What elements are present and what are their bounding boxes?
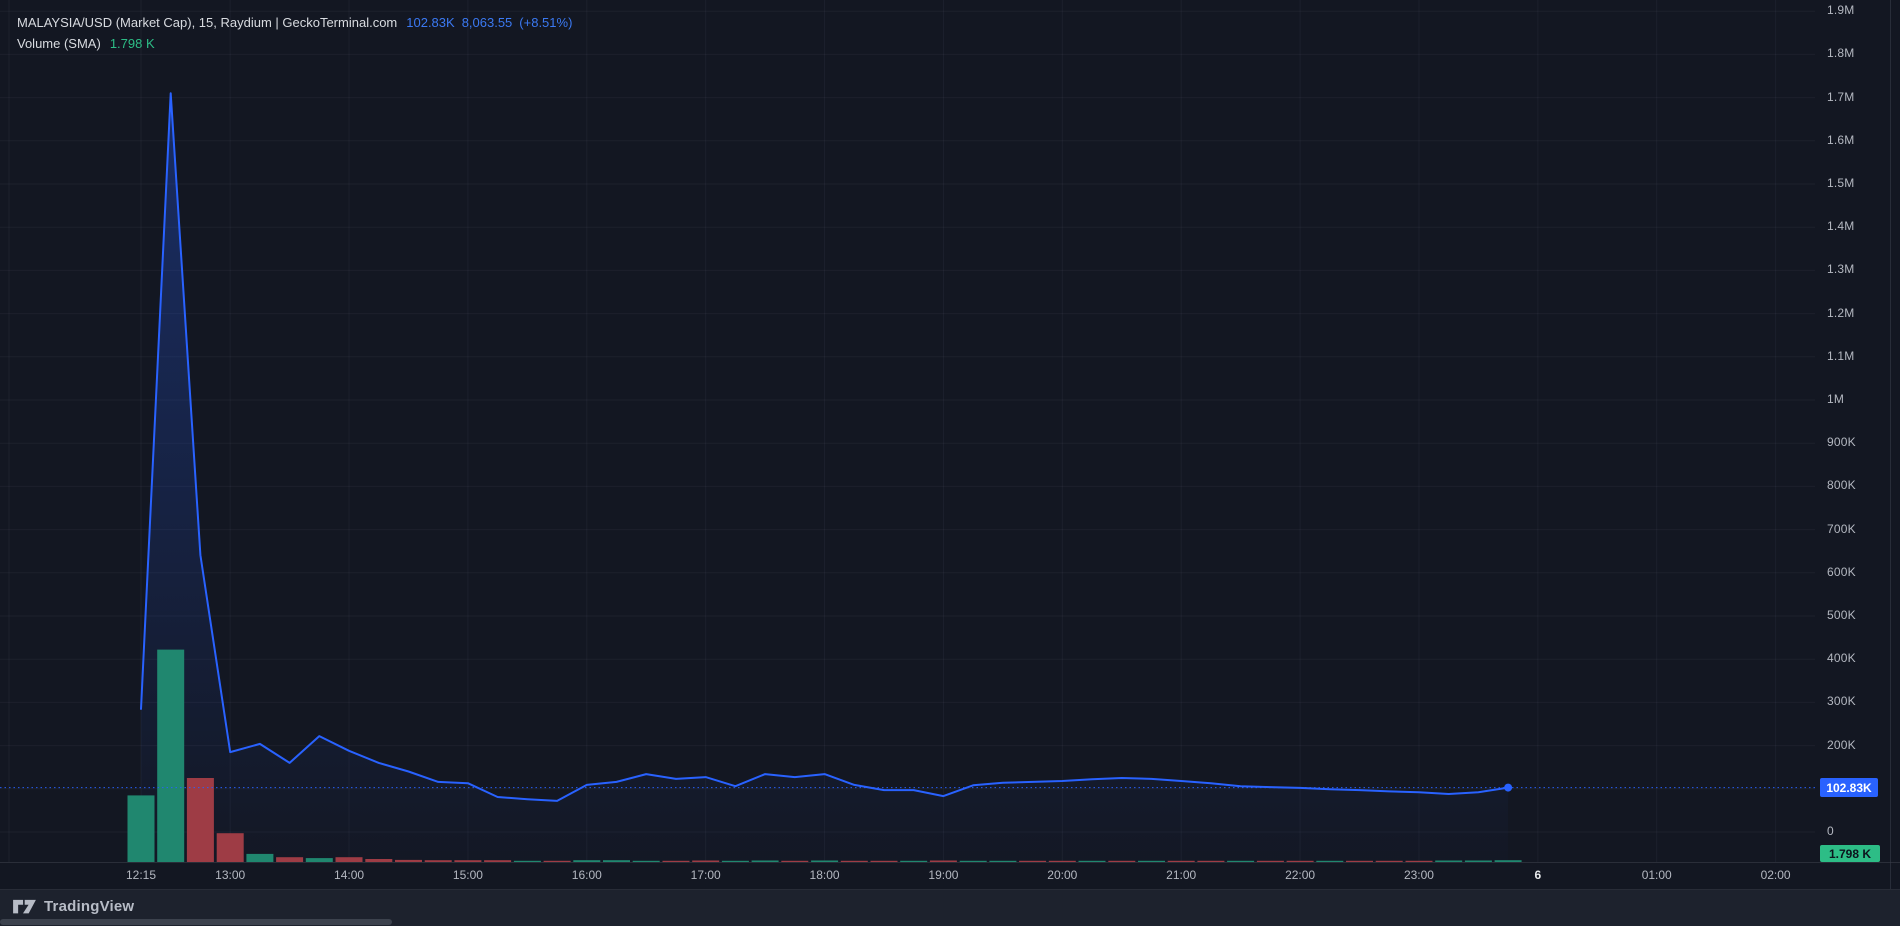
volume-bar <box>157 650 184 862</box>
price-axis-label: 1.3M <box>1827 262 1854 276</box>
price-change-pct: (+8.51%) <box>519 15 572 30</box>
time-axis-label: 02:00 <box>1753 868 1799 882</box>
price-axis-label: 700K <box>1827 522 1856 536</box>
price-axis-label: 1M <box>1827 392 1844 406</box>
price-axis-label: 200K <box>1827 738 1856 752</box>
vertical-gridlines <box>9 0 1776 862</box>
price-axis-label: 1.8M <box>1827 46 1854 60</box>
price-axis-label: 800K <box>1827 478 1856 492</box>
last-price-value: 102.83K <box>406 15 454 30</box>
time-axis-label: 17:00 <box>683 868 729 882</box>
price-axis-label: 1.1M <box>1827 349 1854 363</box>
time-axis-label: 15:00 <box>445 868 491 882</box>
time-axis-label: 01:00 <box>1634 868 1680 882</box>
horizontal-gridlines <box>0 11 1815 832</box>
price-axis-label: 1.6M <box>1827 133 1854 147</box>
time-axis[interactable]: 12:15 13:00 14:00 15:00 16:00 17:00 18:00 19:00… <box>0 863 1900 889</box>
price-axis[interactable]: 1.9M 1.8M 1.7M 1.6M 1.5M 1.4M 1.3M 1.2M 1.1M 1M 90… <box>1815 0 1900 862</box>
volume-bar <box>187 778 214 862</box>
geckoterminal-tradingview-chart: MALAYSIA/USD (Market Cap), 15, Raydium |… <box>0 0 1900 926</box>
time-axis-label: 6 <box>1515 868 1561 882</box>
time-axis-label: 19:00 <box>920 868 966 882</box>
time-axis-label: 12:15 <box>118 868 164 882</box>
legend-symbol-row: MALAYSIA/USD (Market Cap), 15, Raydium |… <box>17 12 572 33</box>
volume-bar <box>246 854 273 862</box>
time-axis-label: 22:00 <box>1277 868 1323 882</box>
volume-indicator-value: 1.798 K <box>110 36 155 51</box>
chart-canvas[interactable] <box>0 0 1900 889</box>
time-axis-label: 16:00 <box>564 868 610 882</box>
volume-bar <box>128 795 155 862</box>
legend-volume-row: Volume (SMA) 1.798 K <box>17 33 572 54</box>
price-axis-label: 500K <box>1827 608 1856 622</box>
time-axis-label: 13:00 <box>207 868 253 882</box>
legend: MALAYSIA/USD (Market Cap), 15, Raydium |… <box>17 12 572 54</box>
price-axis-label: 1.7M <box>1827 90 1854 104</box>
price-axis-label: 300K <box>1827 694 1856 708</box>
last-point-marker <box>1504 784 1512 792</box>
current-volume-badge: 1.798 K <box>1820 845 1880 862</box>
price-axis-label: 600K <box>1827 565 1856 579</box>
volume-indicator-label: Volume (SMA) <box>17 36 101 51</box>
time-axis-label: 23:00 <box>1396 868 1442 882</box>
price-axis-label: 1.9M <box>1827 3 1854 17</box>
time-axis-label: 14:00 <box>326 868 372 882</box>
price-axis-label: 1.4M <box>1827 219 1854 233</box>
price-change-abs: 8,063.55 <box>462 15 513 30</box>
attribution-bar: TradingView <box>0 889 1900 926</box>
price-axis-label: 1.2M <box>1827 306 1854 320</box>
time-axis-label: 18:00 <box>802 868 848 882</box>
price-axis-label: 400K <box>1827 651 1856 665</box>
price-axis-label: 0 <box>1827 824 1834 838</box>
tradingview-logo-icon <box>12 897 37 916</box>
price-axis-label: 900K <box>1827 435 1856 449</box>
tradingview-link[interactable]: TradingView <box>12 897 134 916</box>
symbol-title: MALAYSIA/USD (Market Cap), 15, Raydium |… <box>17 15 397 30</box>
tradingview-wordmark: TradingView <box>44 898 134 915</box>
volume-bar <box>217 833 244 862</box>
horizontal-scrollbar-thumb[interactable] <box>0 919 392 925</box>
time-axis-label: 20:00 <box>1039 868 1085 882</box>
current-price-badge: 102.83K <box>1820 778 1878 797</box>
price-axis-label: 1.5M <box>1827 176 1854 190</box>
time-axis-label: 21:00 <box>1158 868 1204 882</box>
